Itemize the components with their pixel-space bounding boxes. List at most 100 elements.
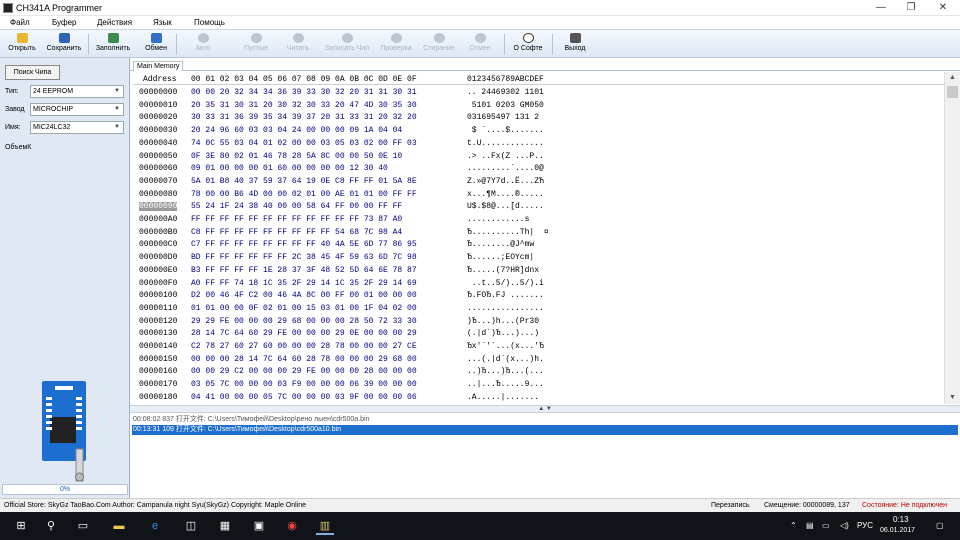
file-explorer-icon[interactable]: ▬	[110, 517, 128, 535]
chevron-down-icon: ▼	[114, 106, 120, 112]
hex-row[interactable]: 00000020 30 33 31 36 39 35 34 39 37 20 31…	[133, 111, 945, 124]
scrollbar-thumb[interactable]	[947, 86, 958, 98]
battery-icon[interactable]: ▭	[822, 521, 830, 530]
erase-button[interactable]: Стирание	[419, 32, 459, 57]
clock-date[interactable]: 06.01.2017	[880, 527, 915, 534]
panel-splitter[interactable]: ▲ ▼	[130, 405, 960, 413]
windows-start-icon[interactable]: ⊞	[12, 517, 30, 535]
hex-row[interactable]: 000000F0 A0 FF FF 74 18 1C 35 2F 29 14 1C…	[133, 277, 945, 290]
tray-chevron-icon[interactable]: ⌃	[790, 521, 797, 530]
verify-button[interactable]: Проверка	[376, 32, 416, 57]
verify-icon	[390, 33, 402, 43]
hex-row[interactable]: 00000000 00 00 20 32 34 34 36 39 33 30 32…	[133, 86, 945, 99]
blank-check-button[interactable]: Пустые	[238, 32, 274, 57]
row-text: Z.»@7Y7d..Ё...ZЋ	[467, 176, 544, 186]
name-select[interactable]: MIC24LC32 ▼	[30, 121, 124, 134]
auto-button[interactable]: Авто	[186, 32, 220, 57]
scroll-down-icon[interactable]: ▼	[949, 394, 956, 401]
hex-row[interactable]: 00000180 04 41 00 00 00 05 7C 00 00 00 03…	[133, 391, 945, 404]
row-text: )Ђ...)h...(Pr30	[467, 316, 540, 326]
minimize-button[interactable]: —	[866, 0, 896, 16]
row-text: x...¶M....®.....	[467, 189, 544, 199]
hex-row[interactable]: 00000170 03 05 7C 00 00 00 03 F9 00 00 00…	[133, 378, 945, 391]
notifications-icon[interactable]: ▢	[936, 521, 944, 530]
row-address: 000000E0	[139, 265, 178, 275]
hex-row[interactable]: 00000110 01 01 00 00 0F 02 01 00 15 03 01…	[133, 302, 945, 315]
tab-main-memory[interactable]: Main Memory	[133, 61, 184, 71]
volume-icon[interactable]: ◁)	[840, 521, 849, 530]
menu-buffer[interactable]: Буфер	[52, 18, 76, 27]
row-text: Ђ......;EOYcm|	[467, 253, 535, 263]
ch341a-programmer-icon[interactable]: ▥	[316, 517, 334, 535]
hex-row[interactable]: 00000140 C2 78 27 60 27 60 00 00 00 28 78…	[133, 340, 945, 353]
type-select[interactable]: 24 EEPROM ▼	[30, 85, 124, 98]
fill-icon	[107, 33, 119, 43]
row-bytes: 5A 01 B8 40 37 59 37 64 19 0E C8 FF FF 0…	[191, 176, 417, 186]
clock-time[interactable]: 0:13	[893, 515, 909, 524]
store-icon[interactable]: ◫	[182, 517, 200, 535]
erase-label: Стирание	[423, 45, 455, 52]
cancel-button[interactable]: Отмен	[464, 32, 496, 57]
row-bytes: 04 41 00 00 00 05 7C 00 00 00 03 9F 00 0…	[191, 392, 417, 402]
hex-row[interactable]: 000000B0 C8 FF FF FF FF FF FF FF FF FF 54…	[133, 226, 945, 239]
hex-row[interactable]: 00000120 29 29 FE 00 00 00 29 68 00 00 00…	[133, 315, 945, 328]
hex-row[interactable]: 00000090 55 24 1F 24 38 40 00 00 58 64 FF…	[133, 200, 945, 213]
verify-label: Проверка	[380, 45, 412, 52]
read-button[interactable]: Читать	[280, 32, 316, 57]
status-connection: Состояние: Не подключен	[862, 502, 948, 509]
row-bytes: 29 29 FE 00 00 00 29 68 00 00 00 28 50 7…	[191, 316, 417, 326]
hex-row[interactable]: 000000C0 C7 FF FF FF FF FF FF FF FF 40 4A…	[133, 238, 945, 251]
scroll-up-icon[interactable]: ▲	[949, 74, 956, 81]
restore-button[interactable]: ❐	[896, 0, 926, 16]
media-icon[interactable]: ▣	[250, 517, 268, 535]
hex-row[interactable]: 00000100 D2 00 46 4F C2 00 46 4A 8C 00 FF…	[133, 289, 945, 302]
log-line[interactable]: 00:08:02 837 打开文件: C:\Users\Тимофей\Desk…	[132, 415, 958, 425]
find-chip-button[interactable]: Поиск Чипа	[5, 65, 60, 80]
hex-row[interactable]: 00000070 5A 01 B8 40 37 59 37 64 19 0E C8…	[133, 175, 945, 188]
hex-row[interactable]: 00000050 0F 3E 80 02 01 46 78 28 5A 8C 00…	[133, 150, 945, 163]
calculator-icon[interactable]: ▦	[216, 517, 234, 535]
fill-button[interactable]: Заполнить	[92, 32, 134, 57]
hex-row[interactable]: 00000010 20 35 31 30 31 20 30 32 30 33 20…	[133, 99, 945, 112]
taskbar: ⊞ ⚲ ▭ ▬ e ◫ ▦ ▣ ◉ ▥ ⌃ ▤ ▭ ◁) РУС 0:13 06…	[0, 512, 960, 540]
hex-row[interactable]: 000000E0 B3 FF FF FF FF 1E 28 37 3F 48 52…	[133, 264, 945, 277]
hex-row[interactable]: 00000040 74 0C 55 03 04 01 02 00 00 03 05…	[133, 137, 945, 150]
hex-row[interactable]: 000000D0 BD FF FF FF FF FF FF 2C 38 45 4F…	[133, 251, 945, 264]
network-icon[interactable]: ▤	[806, 521, 814, 530]
write-chip-button[interactable]: Записать Чип	[322, 32, 372, 57]
row-bytes: 00 00 29 C2 00 00 00 29 FE 00 00 00 28 0…	[191, 367, 417, 377]
hex-row[interactable]: 00000030 20 24 96 60 03 03 04 24 00 00 00…	[133, 124, 945, 137]
hex-row[interactable]: 00000060 09 01 00 00 00 01 60 00 00 00 00…	[133, 162, 945, 175]
save-button[interactable]: Сохранить	[44, 32, 84, 57]
hex-row[interactable]: 00000080 78 00 00 B6 4D 00 00 02 01 00 AE…	[133, 188, 945, 201]
menu-file[interactable]: Файл	[10, 18, 30, 27]
language-indicator[interactable]: РУС	[857, 521, 873, 530]
row-address: 000000A0	[139, 215, 178, 224]
vendor-select[interactable]: MICROCHIP ▼	[30, 103, 124, 116]
hex-row[interactable]: 00000150 00 00 00 28 14 7C 64 60 28 78 00…	[133, 353, 945, 366]
menu-actions[interactable]: Действия	[97, 18, 132, 27]
task-view-icon[interactable]: ▭	[74, 517, 92, 535]
row-address: 00000080	[139, 189, 178, 199]
row-text: Ђ.....(7?HR]dnx	[467, 265, 540, 275]
close-button[interactable]: ✕	[928, 0, 958, 16]
row-text: .........`....0@	[467, 164, 544, 174]
hex-row[interactable]: 00000160 00 00 29 C2 00 00 00 29 FE 00 00…	[133, 365, 945, 378]
about-button[interactable]: О Софте	[510, 32, 546, 57]
hex-row[interactable]: 00000130 28 14 7C 64 60 29 FE 00 00 00 29…	[133, 327, 945, 340]
open-button[interactable]: Открыть	[4, 32, 40, 57]
search-icon[interactable]: ⚲	[42, 517, 60, 535]
exit-button[interactable]: Выход	[558, 32, 592, 57]
row-text: .. 24469302 1101	[467, 88, 544, 97]
swap-button[interactable]: Обмен	[140, 32, 172, 57]
log-line-selected[interactable]: 00:13:31 109 打开文件: C:\Users\Тимофей\Desk…	[132, 425, 958, 435]
edge-icon[interactable]: e	[146, 517, 164, 535]
hex-editor[interactable]: Address 00 01 02 03 04 05 06 07 08 09 0A…	[133, 72, 945, 404]
hex-row[interactable]: 000000A0 FF FF FF FF FF FF FF FF FF FF FF…	[133, 213, 945, 226]
row-bytes: C7 FF FF FF FF FF FF FF FF 40 4A 5E 6D 7…	[191, 240, 417, 250]
menu-help[interactable]: Помощь	[194, 18, 225, 27]
menu-language[interactable]: Язык	[153, 18, 172, 27]
vertical-scrollbar[interactable]: ▲ ▼	[944, 72, 960, 404]
chrome-icon[interactable]: ◉	[283, 517, 301, 535]
tab-strip: Main Memory	[130, 59, 960, 71]
